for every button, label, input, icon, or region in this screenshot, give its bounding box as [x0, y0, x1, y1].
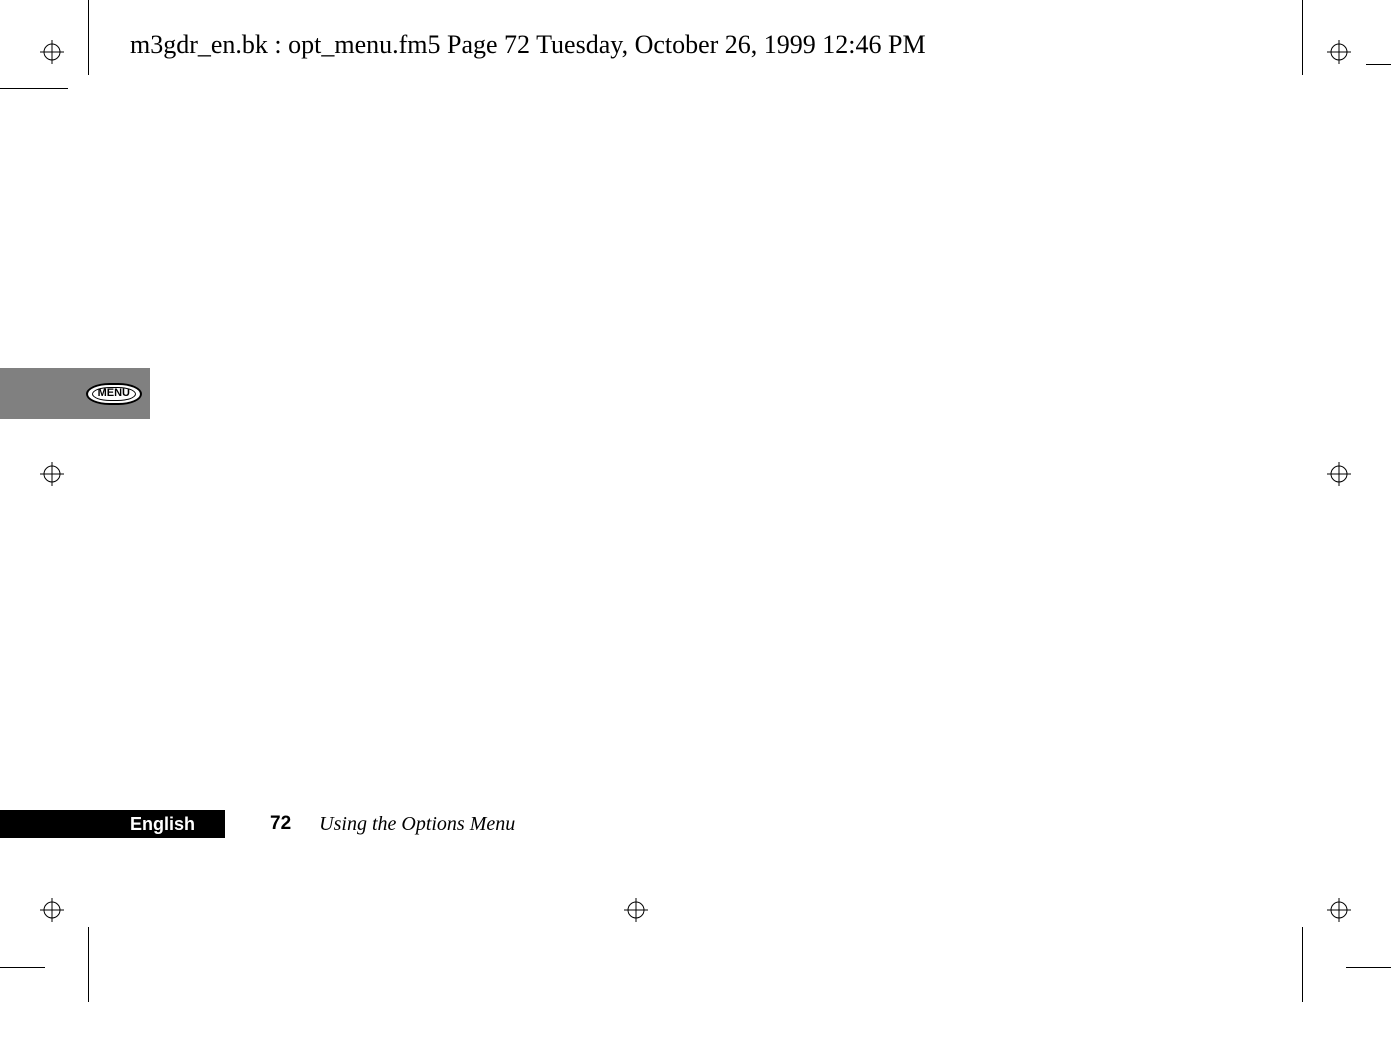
section-title: Using the Options Menu: [319, 813, 515, 836]
menu-button-sidebar: MENU: [0, 368, 150, 419]
registration-mark-icon: [40, 462, 64, 486]
page-footer: English 72 Using the Options Menu: [0, 810, 515, 838]
registration-mark-icon: [40, 898, 64, 922]
crop-line: [1302, 0, 1303, 75]
crop-line: [1346, 967, 1391, 968]
crop-line: [1302, 927, 1303, 1002]
registration-mark-icon: [1327, 40, 1351, 64]
registration-mark-icon: [1327, 898, 1351, 922]
crop-line: [88, 927, 89, 1002]
crop-line: [1366, 64, 1391, 65]
crop-line: [0, 967, 45, 968]
registration-mark-icon: [40, 40, 64, 64]
registration-mark-icon: [1327, 462, 1351, 486]
crop-line: [88, 0, 89, 75]
language-badge: English: [0, 810, 225, 838]
registration-mark-icon: [624, 898, 648, 922]
crop-line: [0, 88, 68, 89]
page-header-info: m3gdr_en.bk : opt_menu.fm5 Page 72 Tuesd…: [130, 30, 926, 60]
page-number: 72: [270, 813, 291, 835]
menu-button: MENU: [86, 383, 142, 405]
